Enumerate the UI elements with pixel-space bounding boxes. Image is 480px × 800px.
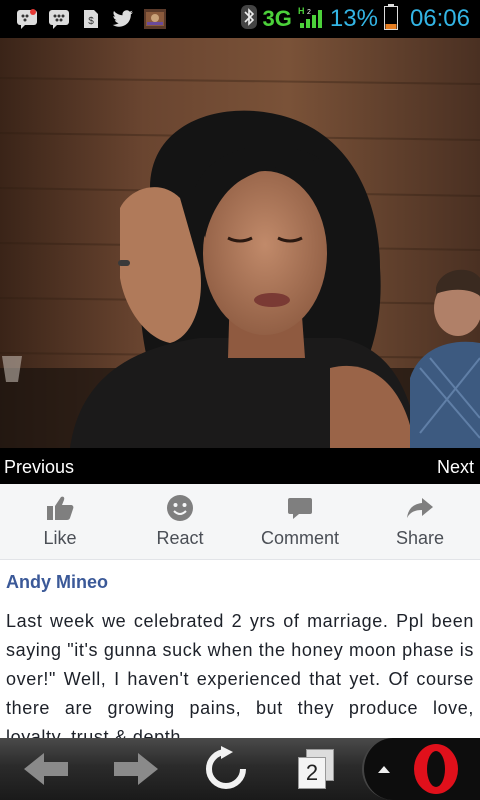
- bluetooth-icon: [240, 4, 257, 34]
- clock: 06:06: [409, 5, 470, 32]
- post-author[interactable]: Andy Mineo: [6, 572, 474, 593]
- reload-button[interactable]: [198, 738, 254, 800]
- comment-button[interactable]: Comment: [240, 484, 360, 559]
- thumbs-up-icon: [46, 494, 74, 522]
- post-photo[interactable]: [0, 38, 480, 448]
- caret-up-icon: [378, 766, 390, 773]
- battery-percent: 13%: [329, 5, 378, 32]
- opera-menu-button[interactable]: [406, 738, 466, 800]
- tabs-icon: 2: [294, 749, 336, 789]
- back-arrow-icon: [24, 753, 68, 785]
- share-label: Share: [395, 528, 445, 548]
- forward-button[interactable]: [108, 738, 164, 800]
- bbm-icon: [48, 9, 70, 29]
- svg-text:2: 2: [307, 9, 311, 16]
- post-actions: Like React Comment Share: [0, 484, 480, 560]
- react-label: React: [156, 528, 204, 548]
- back-button[interactable]: [18, 738, 74, 800]
- network-type: 3G: [262, 6, 292, 31]
- reload-icon: [206, 746, 246, 789]
- gallery-nav-bar: Previous Next: [0, 448, 480, 484]
- smiley-icon: [166, 494, 194, 522]
- comment-label: Comment: [260, 528, 340, 548]
- menu-expand-button[interactable]: [370, 738, 398, 800]
- share-button[interactable]: Share: [360, 484, 480, 559]
- svg-text:$: $: [88, 16, 94, 27]
- share-arrow-icon: [406, 494, 434, 522]
- opera-menu-area: [362, 738, 480, 800]
- post-text: Last week we celebrated 2 yrs of marriag…: [6, 611, 474, 738]
- like-button[interactable]: Like: [0, 484, 120, 559]
- tab-count: 2: [305, 760, 319, 785]
- twitter-icon: [112, 9, 134, 29]
- svg-text:H: H: [298, 6, 305, 16]
- react-button[interactable]: React: [120, 484, 240, 559]
- file-icon: $: [80, 9, 102, 29]
- bbm-notification-icon: [16, 9, 38, 29]
- battery-icon: [383, 3, 398, 35]
- post-body: Andy Mineo Last week we celebrated 2 yrs…: [0, 560, 480, 738]
- browser-toolbar: 2: [0, 738, 480, 800]
- forward-arrow-icon: [114, 753, 158, 785]
- tabs-button[interactable]: 2: [290, 738, 340, 800]
- status-bar: $ 3G H2 13% 06:06: [0, 0, 480, 38]
- signal-icon: H2: [298, 5, 324, 34]
- app-icon: [144, 9, 166, 29]
- photo-illustration: [0, 38, 480, 448]
- next-link[interactable]: Next: [437, 457, 474, 478]
- previous-link[interactable]: Previous: [4, 457, 74, 478]
- like-label: Like: [43, 528, 77, 548]
- opera-logo-icon: [414, 744, 458, 794]
- comment-icon: [287, 494, 313, 522]
